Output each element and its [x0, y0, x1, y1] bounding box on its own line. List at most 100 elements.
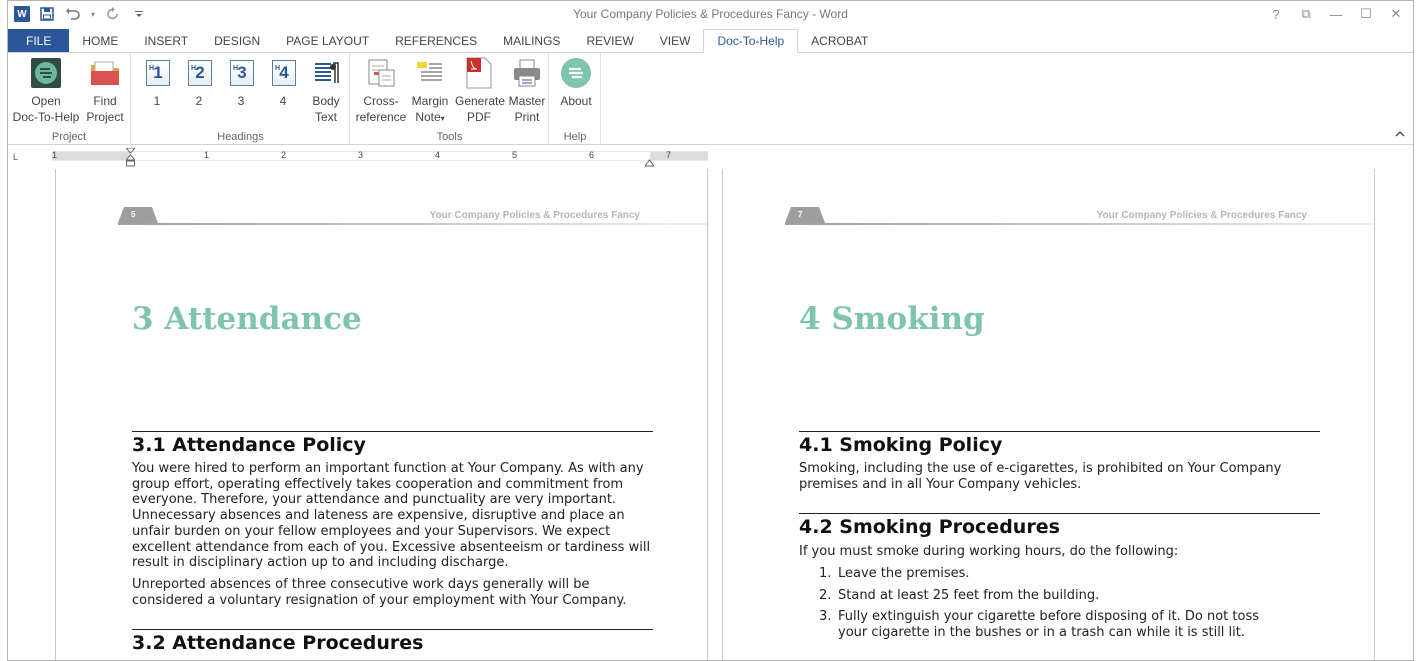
heading-1-label: 1 [153, 94, 161, 108]
right-indent-marker[interactable] [644, 154, 655, 167]
body-label-2: Text [314, 110, 337, 124]
section-heading: 3.1 Attendance Policy [132, 434, 366, 456]
margin-note-button[interactable]: Margin Note▾ [409, 57, 451, 127]
about-label: About [560, 94, 592, 108]
heading-3-icon: H3 [230, 60, 254, 86]
page-header-text: Your Company Policies & Procedures Fancy [1096, 210, 1307, 221]
page-header-text: Your Company Policies & Procedures Fancy [429, 210, 640, 221]
heading-4-button[interactable]: H4 4 [268, 57, 298, 109]
generate-label-2: PDF [467, 110, 491, 124]
section-heading: 4.1 Smoking Policy [799, 434, 1003, 456]
tab-acrobat[interactable]: ACROBAT [798, 29, 881, 52]
close-icon[interactable]: ✕ [1383, 4, 1409, 24]
document-area[interactable]: 5 Your Company Policies & Procedures Fan… [8, 169, 1413, 660]
maximize-icon[interactable]: ☐ [1353, 4, 1379, 24]
folder-icon [89, 57, 121, 89]
list-item: 2. Stand at least 25 feet from the buildi… [819, 587, 1100, 603]
section-heading: 4.2 Smoking Procedures [799, 516, 1060, 538]
body-paragraph: Unreported absences of three consecutive… [132, 577, 627, 608]
heading-3-button[interactable]: H3 3 [226, 57, 256, 109]
ribbon-tabs: FILE HOME INSERT DESIGN PAGE LAYOUT REFE… [8, 29, 1413, 53]
open-doc-to-help-button[interactable]: Open Doc-To-Help [10, 57, 82, 125]
margin-note-dropdown-icon[interactable]: ▾ [441, 114, 445, 123]
body-text-button[interactable]: Body Text [308, 57, 344, 125]
headings-group-label: Headings [217, 131, 264, 143]
left-indent-marker[interactable] [124, 147, 137, 167]
about-logo-icon [560, 57, 592, 89]
doc-to-help-logo-icon [30, 57, 62, 89]
collapse-ribbon-icon[interactable] [1395, 129, 1405, 141]
heading-4-label: 4 [279, 94, 287, 108]
ruler-number: 5 [512, 150, 518, 160]
body-text-icon [310, 57, 342, 89]
open-label-1: Open [31, 94, 61, 108]
ruler-right-margin [650, 152, 708, 160]
cross-reference-icon [365, 57, 397, 89]
heading-3-label: 3 [237, 94, 245, 108]
ruler-bar: L 1 1 2 3 4 5 6 7 [8, 146, 1413, 168]
tab-references[interactable]: REFERENCES [382, 29, 490, 52]
body-label-1: Body [312, 94, 340, 108]
tab-selector[interactable]: L [13, 152, 23, 162]
master-print-button[interactable]: Master Print [507, 57, 547, 125]
tab-review[interactable]: REVIEW [573, 29, 646, 52]
generate-pdf-button[interactable]: Generate PDF [455, 57, 506, 125]
page-number-tab: 7 [785, 207, 825, 223]
chapter-heading: 3 Attendance [132, 301, 362, 337]
help-icon[interactable]: ? [1263, 4, 1289, 24]
generate-label-1: Generate [455, 94, 506, 108]
cross-reference-button[interactable]: Cross- reference [355, 57, 407, 125]
minimize-icon[interactable]: — [1323, 4, 1349, 24]
tab-doc-to-help[interactable]: Doc-To-Help [703, 29, 799, 53]
page-number-tab: 5 [118, 207, 158, 223]
cross-label-2: reference [355, 110, 407, 124]
word-window: W ▾ Your Company Policies & Procedures F… [7, 0, 1414, 661]
master-label-2: Print [514, 110, 540, 124]
horizontal-ruler[interactable]: 1 1 2 3 4 5 6 7 [52, 147, 708, 167]
margin-label-2: Note▾ [415, 110, 445, 124]
page-left[interactable]: 5 Your Company Policies & Procedures Fan… [55, 169, 708, 660]
tab-mailings[interactable]: MAILINGS [490, 29, 573, 52]
numbered-list: 1. Leave the premises. 2. Stand at least 2… [799, 566, 1319, 647]
ruler-number: 1 [52, 150, 58, 160]
header-rule [785, 223, 1374, 225]
tab-design[interactable]: DESIGN [201, 29, 273, 52]
tools-group: Cross- reference Margin Note▾ Generate P… [351, 53, 549, 145]
tab-page-layout[interactable]: PAGE LAYOUT [273, 29, 382, 52]
title-bar: W ▾ Your Company Policies & Procedures F… [8, 1, 1413, 29]
heading-1-button[interactable]: H1 1 [142, 57, 172, 109]
margin-label-1: Margin [411, 94, 449, 108]
body-paragraph: You were hired to perform an important f… [132, 461, 651, 571]
body-paragraph: If you must smoke during working hours, … [799, 544, 1179, 559]
section-rule [132, 629, 653, 630]
list-item: 1. Leave the premises. [819, 566, 970, 581]
tools-group-label: Tools [436, 131, 463, 143]
help-group-label: Help [563, 131, 587, 143]
tab-file[interactable]: FILE [8, 29, 70, 52]
find-label-2: Project [86, 110, 124, 124]
about-button[interactable]: About [556, 57, 596, 109]
find-label-1: Find [93, 94, 117, 108]
open-label-2: Doc-To-Help [12, 110, 80, 124]
ruler-number: 2 [281, 150, 287, 160]
tab-view[interactable]: VIEW [647, 29, 704, 52]
find-project-button[interactable]: Find Project [84, 57, 126, 125]
page-right[interactable]: 7 Your Company Policies & Procedures Fan… [722, 169, 1375, 660]
printer-icon [511, 57, 543, 89]
ruler-number: 4 [435, 150, 441, 160]
heading-2-button[interactable]: H2 2 [184, 57, 214, 109]
window-title: Your Company Policies & Procedures Fancy… [573, 7, 848, 21]
section-rule [132, 431, 653, 432]
ruler-number: 6 [589, 150, 595, 160]
tab-home[interactable]: HOME [69, 29, 131, 52]
headings-group: H1 1 H2 2 H3 3 H4 4 Body Text Headings [132, 53, 350, 145]
tab-insert[interactable]: INSERT [131, 29, 201, 52]
margin-note-icon [414, 57, 446, 89]
chapter-heading: 4 Smoking [799, 301, 985, 337]
ruler-number: 7 [666, 150, 672, 160]
ruler-number: 3 [358, 150, 364, 160]
ribbon-display-options-icon[interactable]: ⧉ [1293, 4, 1319, 24]
heading-1-icon: H1 [146, 60, 170, 86]
list-item: 3. Fully extinguish your cigarette before… [819, 609, 1260, 641]
header-rule [118, 223, 707, 225]
